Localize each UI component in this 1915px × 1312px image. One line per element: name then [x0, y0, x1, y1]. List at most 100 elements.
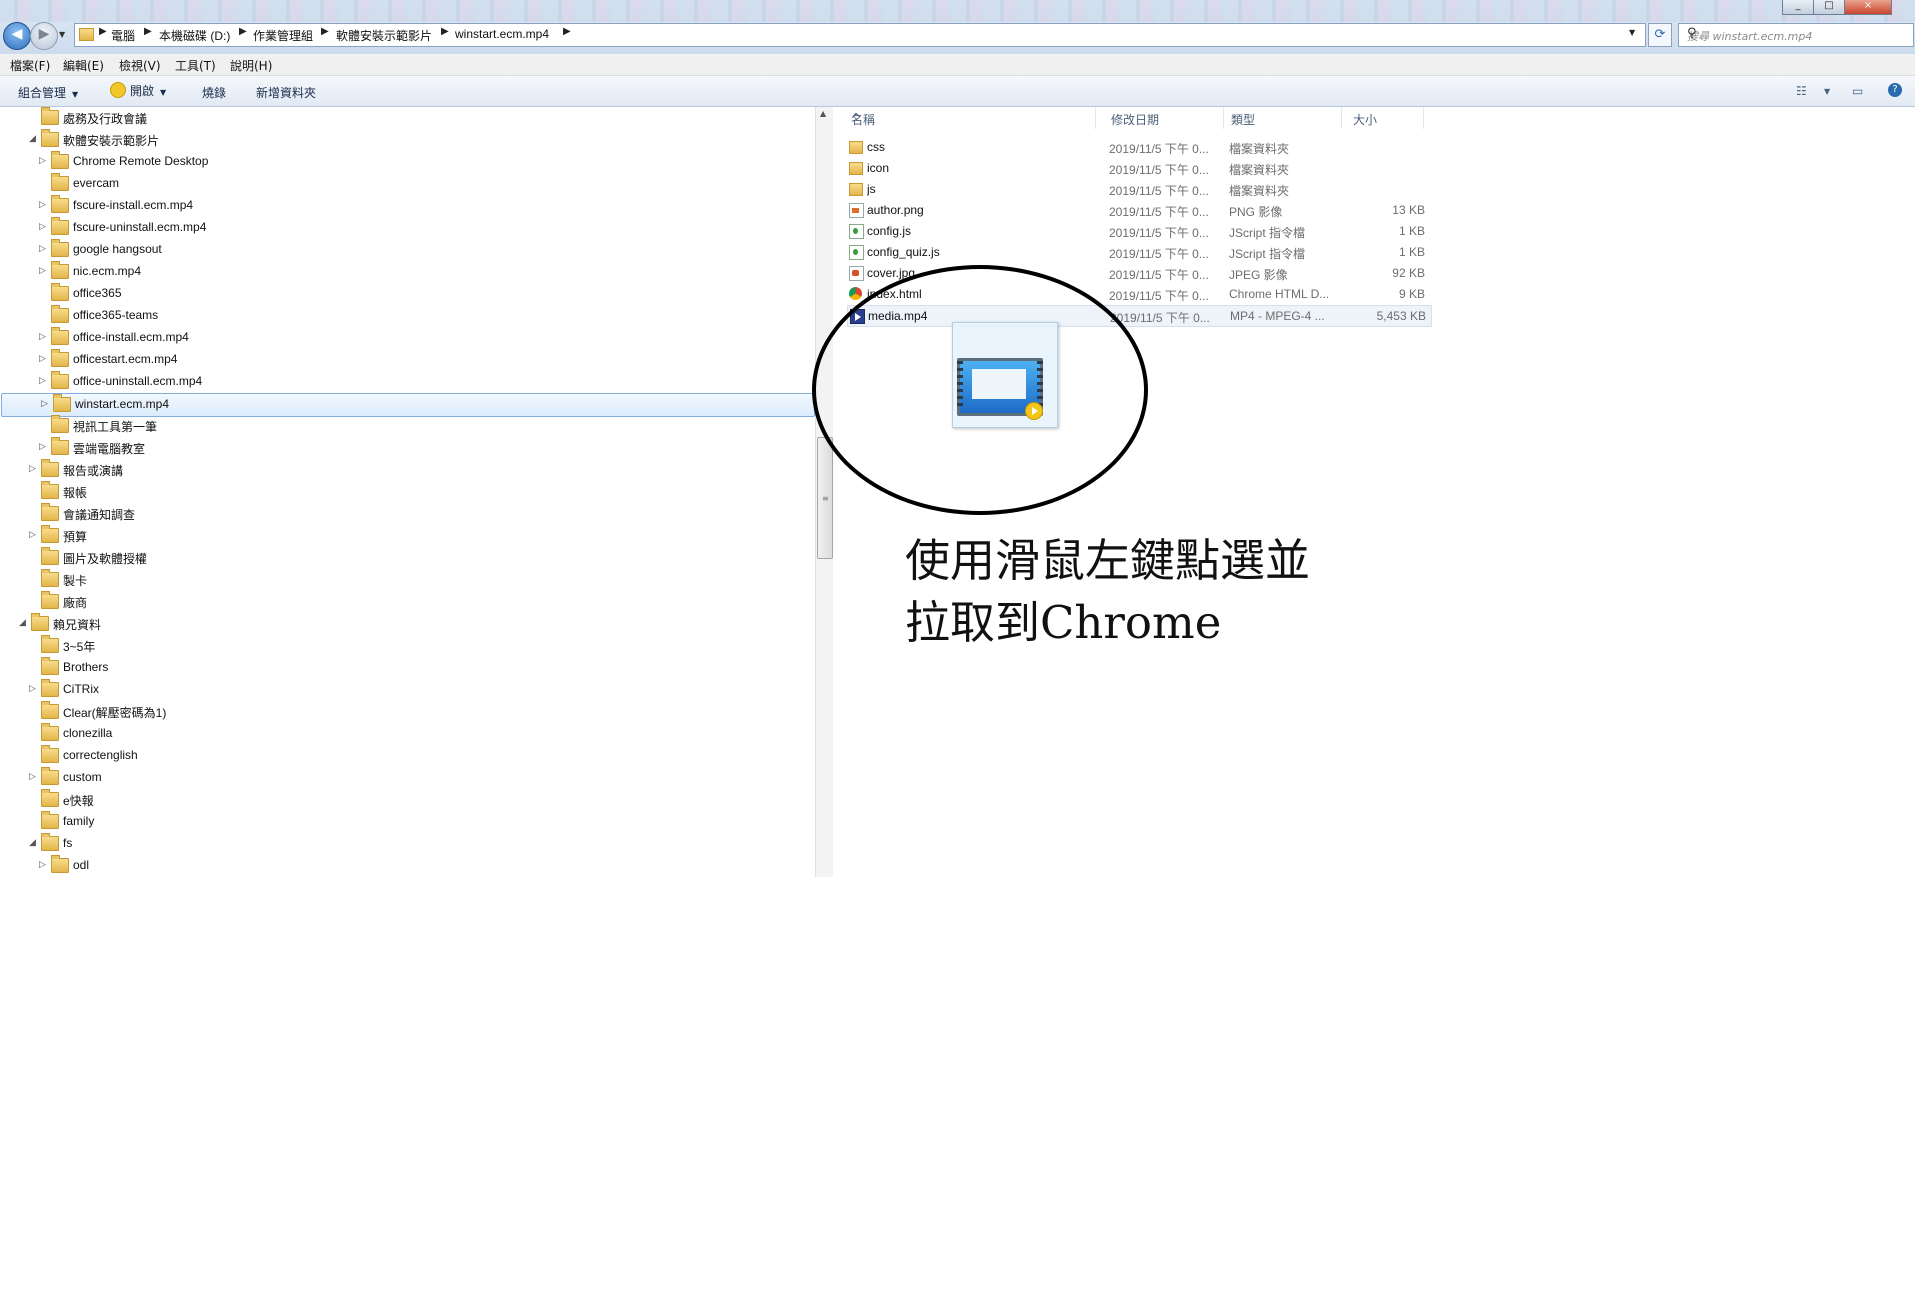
burn-button[interactable]: 燒錄: [202, 84, 226, 101]
tree-item[interactable]: 圖片及軟體授權: [0, 547, 815, 569]
expand-icon[interactable]: ▷: [39, 376, 47, 386]
tree-item[interactable]: ▷ odl: [0, 855, 815, 877]
tree-item[interactable]: Brothers: [0, 657, 815, 679]
expand-icon[interactable]: ▷: [41, 399, 49, 409]
file-row[interactable]: config_quiz.js 2019/11/5 下午 0... JScript 指…: [847, 242, 1430, 262]
tree-item[interactable]: e快報: [0, 789, 815, 811]
expand-icon[interactable]: ▷: [39, 860, 47, 870]
expand-icon[interactable]: ▷: [39, 156, 47, 166]
expand-icon[interactable]: ▷: [39, 332, 47, 342]
tree-item[interactable]: ▷ fscure-uninstall.ecm.mp4: [0, 217, 815, 239]
search-input[interactable]: 搜尋 winstart.ecm.mp4 ⚲: [1678, 23, 1914, 47]
tree-item[interactable]: ▷ nic.ecm.mp4: [0, 261, 815, 283]
back-button[interactable]: ◀: [3, 22, 31, 50]
tree-item[interactable]: ▷ fscure-install.ecm.mp4: [0, 195, 815, 217]
tree-item[interactable]: ◢ 軟體安裝示範影片: [0, 129, 815, 151]
breadcrumb-current-folder[interactable]: winstart.ecm.mp4: [455, 27, 549, 41]
scroll-up-icon[interactable]: ▲: [820, 109, 826, 118]
menu-view[interactable]: 檢視(V): [119, 57, 161, 74]
tree-item[interactable]: ▷ CiTRix: [0, 679, 815, 701]
expand-icon[interactable]: ▷: [39, 200, 47, 210]
collapse-icon[interactable]: ◢: [29, 134, 37, 144]
file-row[interactable]: icon 2019/11/5 下午 0... 檔案資料夾: [847, 158, 1430, 178]
tree-item[interactable]: ▷ Chrome Remote Desktop: [0, 151, 815, 173]
tree-item[interactable]: ▷ google hangsout: [0, 239, 815, 261]
breadcrumb-separator-icon[interactable]: ▶: [441, 26, 449, 37]
menu-tools[interactable]: 工具(T): [175, 57, 216, 74]
tree-item[interactable]: correctenglish: [0, 745, 815, 767]
expand-icon[interactable]: ▷: [29, 772, 37, 782]
tree-item[interactable]: ▷ officestart.ecm.mp4: [0, 349, 815, 371]
help-icon[interactable]: ?: [1888, 83, 1902, 97]
tree-item[interactable]: 視訊工具第一筆: [0, 415, 815, 437]
expand-icon[interactable]: ▷: [39, 442, 47, 452]
expand-icon[interactable]: ▷: [29, 530, 37, 540]
tree-item[interactable]: ◢ 賴兄資料: [0, 613, 815, 635]
close-button[interactable]: ×: [1844, 0, 1892, 15]
file-row[interactable]: css 2019/11/5 下午 0... 檔案資料夾: [847, 137, 1430, 157]
tree-item[interactable]: 廠商: [0, 591, 815, 613]
column-header-modified[interactable]: 修改日期: [1105, 107, 1224, 129]
tree-item[interactable]: evercam: [0, 173, 815, 195]
tree-item[interactable]: ▷ winstart.ecm.mp4: [1, 393, 815, 417]
breadcrumb-computer[interactable]: 電腦: [111, 27, 135, 44]
tree-item[interactable]: Clear(解壓密碼為1): [0, 701, 815, 723]
breadcrumb-separator-icon[interactable]: ▶: [99, 26, 107, 37]
minimize-button[interactable]: _: [1782, 0, 1814, 15]
new-folder-button[interactable]: 新增資料夾: [256, 84, 316, 101]
column-header-type[interactable]: 類型: [1225, 107, 1342, 129]
tree-item[interactable]: 製卡: [0, 569, 815, 591]
open-button[interactable]: 開啟 ▼: [110, 82, 166, 99]
column-header-size[interactable]: 大小: [1347, 107, 1424, 129]
recent-pages-chevron-down-icon[interactable]: ▼: [59, 30, 65, 39]
navigation-pane[interactable]: 處務及行政會議 ◢ 軟體安裝示範影片 ▷ Chrome Remote Desktop ev…: [0, 107, 815, 877]
scrollbar-thumb[interactable]: ≡: [817, 437, 833, 559]
tree-item[interactable]: 處務及行政會議: [0, 107, 815, 129]
menu-help[interactable]: 說明(H): [230, 57, 272, 74]
collapse-icon[interactable]: ◢: [19, 618, 27, 628]
expand-icon[interactable]: ▷: [39, 244, 47, 254]
address-field[interactable]: ▶ 電腦 ▶ 本機磁碟 (D:) ▶ 作業管理組 ▶ 軟體安裝示範影片 ▶ wi…: [74, 23, 1646, 47]
breadcrumb-demo-videos[interactable]: 軟體安裝示範影片: [336, 27, 432, 44]
tree-item[interactable]: ▷ office-uninstall.ecm.mp4: [0, 371, 815, 393]
tree-item[interactable]: ▷ custom: [0, 767, 815, 789]
breadcrumb-separator-icon[interactable]: ▶: [239, 26, 247, 37]
tree-item[interactable]: ◢ fs: [0, 833, 815, 855]
view-chevron-down-icon[interactable]: ▼: [1824, 87, 1830, 96]
breadcrumb-separator-icon[interactable]: ▶: [321, 26, 329, 37]
tree-item[interactable]: 3~5年: [0, 635, 815, 657]
address-history-chevron-down-icon[interactable]: ▼: [1629, 28, 1635, 37]
breadcrumb-separator-icon[interactable]: ▶: [563, 26, 571, 37]
search-icon[interactable]: ⚲: [1687, 26, 1909, 41]
breadcrumb-ops-group[interactable]: 作業管理組: [253, 27, 313, 44]
tree-item[interactable]: ▷ office-install.ecm.mp4: [0, 327, 815, 349]
tree-item[interactable]: 會議通知調查: [0, 503, 815, 525]
expand-icon[interactable]: ▷: [39, 354, 47, 364]
tree-item[interactable]: ▷ 預算: [0, 525, 815, 547]
preview-pane-icon[interactable]: ▭: [1852, 84, 1863, 98]
file-row[interactable]: author.png 2019/11/5 下午 0... PNG 影像 13 KB: [847, 200, 1430, 220]
file-row[interactable]: js 2019/11/5 下午 0... 檔案資料夾: [847, 179, 1430, 199]
tree-item[interactable]: office365-teams: [0, 305, 815, 327]
change-view-icon[interactable]: ☷: [1796, 84, 1807, 98]
breadcrumb-local-disk[interactable]: 本機磁碟 (D:): [159, 27, 230, 44]
organize-button[interactable]: 組合管理 ▼: [18, 84, 78, 101]
expand-icon[interactable]: ▷: [29, 684, 37, 694]
file-row[interactable]: config.js 2019/11/5 下午 0... JScript 指令檔 1 K…: [847, 221, 1430, 241]
column-header-name[interactable]: 名稱 ^: [845, 107, 1096, 129]
tree-item[interactable]: ▷ 雲端電腦教室: [0, 437, 815, 459]
tree-item[interactable]: family: [0, 811, 815, 833]
navigation-scrollbar[interactable]: ▲ ≡: [815, 107, 834, 877]
expand-icon[interactable]: ▷: [39, 266, 47, 276]
breadcrumb-separator-icon[interactable]: ▶: [144, 26, 152, 37]
tree-item[interactable]: office365: [0, 283, 815, 305]
maximize-button[interactable]: □: [1813, 0, 1845, 15]
tree-item[interactable]: 報帳: [0, 481, 815, 503]
expand-icon[interactable]: ▷: [39, 222, 47, 232]
forward-button[interactable]: ▶: [30, 22, 58, 50]
collapse-icon[interactable]: ◢: [29, 838, 37, 848]
refresh-button[interactable]: ⟳: [1648, 23, 1672, 47]
expand-icon[interactable]: ▷: [29, 464, 37, 474]
tree-item[interactable]: ▷ 報告或演講: [0, 459, 815, 481]
tree-item[interactable]: clonezilla: [0, 723, 815, 745]
